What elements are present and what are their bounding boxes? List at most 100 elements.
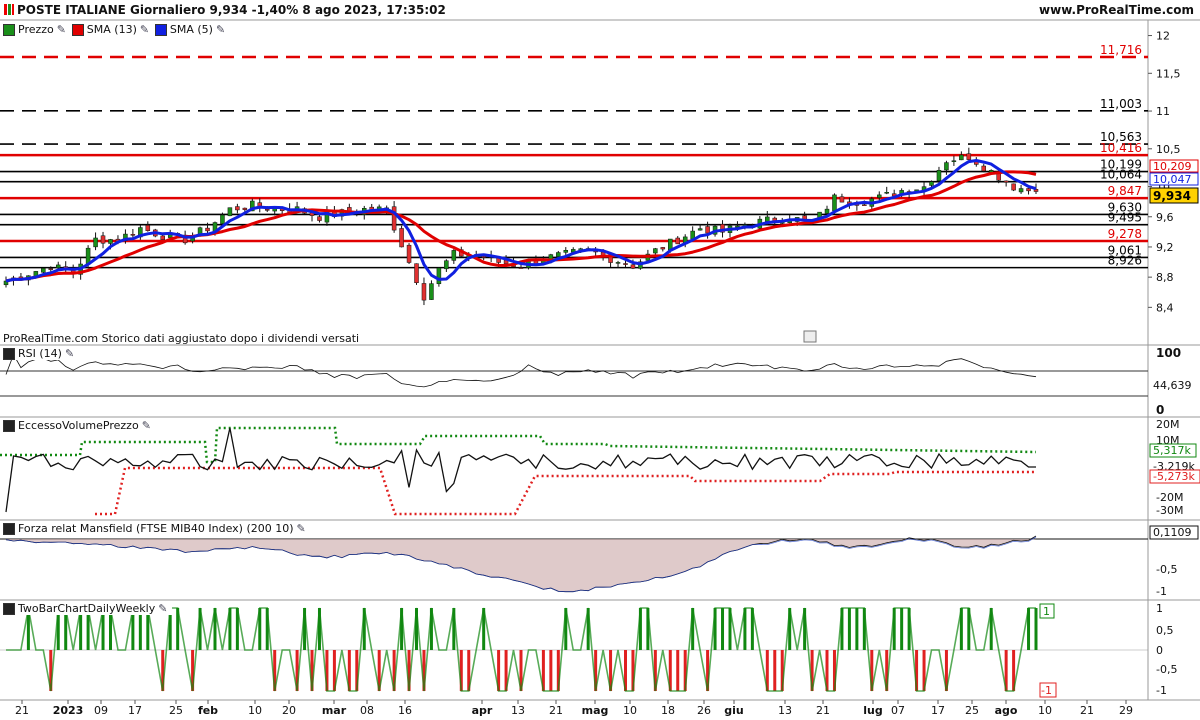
- x-tick-label: 26: [697, 704, 711, 717]
- x-tick-label: 18: [661, 704, 675, 717]
- y-tick-label: 9,2: [1156, 241, 1174, 254]
- candle: [936, 169, 942, 182]
- candle: [205, 227, 210, 232]
- legend-sma13: SMA (13): [86, 23, 137, 36]
- level-label: 9,847: [1108, 184, 1142, 198]
- candle: [481, 256, 486, 258]
- wrench-icon[interactable]: ✎: [140, 23, 152, 36]
- candle: [220, 214, 225, 224]
- candle: [317, 216, 322, 221]
- last-value-label: 9,934: [1153, 189, 1191, 203]
- x-tick-label: 25: [965, 704, 979, 717]
- mansfield-tick: -0,5: [1156, 563, 1177, 576]
- x-tick-label: 21: [15, 704, 29, 717]
- candle: [1003, 180, 1009, 183]
- x-tick-label: 17: [931, 704, 945, 717]
- candle: [705, 226, 710, 234]
- legend-vol: EccessoVolumePrezzo: [18, 419, 139, 432]
- twobar-swatch: [3, 602, 15, 615]
- mansfield-value: 0,1109: [1153, 526, 1192, 539]
- sma5-swatch: [154, 23, 167, 36]
- wrench-icon[interactable]: ✎: [216, 23, 228, 36]
- candle: [832, 194, 837, 212]
- candle: [130, 234, 136, 236]
- candle: [824, 208, 830, 214]
- y-tick-label: 8,4: [1156, 301, 1174, 314]
- level-label: 8,926: [1108, 254, 1142, 268]
- candle: [48, 268, 54, 270]
- sma13-swatch: [71, 23, 84, 36]
- data-note: ProRealTime.com Storico dati aggiustato …: [3, 332, 360, 345]
- candle: [660, 247, 666, 250]
- x-tick-label: lug: [863, 704, 882, 717]
- calendar-icon: [803, 330, 817, 343]
- x-tick-label: mag: [582, 704, 609, 717]
- level-label: 9,495: [1108, 211, 1142, 225]
- vol-line: [5, 427, 1036, 513]
- candle: [988, 170, 994, 173]
- legend-price: Prezzo: [18, 23, 54, 36]
- wrench-icon[interactable]: ✎: [65, 347, 77, 360]
- x-tick-label: feb: [198, 704, 218, 717]
- x-tick-label: 10: [248, 704, 262, 717]
- vol-upper-band: [0, 426, 1037, 464]
- candle: [436, 267, 442, 285]
- candle: [264, 209, 270, 211]
- y-tick-label: 11,5: [1156, 67, 1181, 80]
- candle: [108, 239, 113, 244]
- candle: [966, 153, 972, 160]
- vol-tick: 20M: [1156, 418, 1180, 431]
- candle: [1026, 188, 1031, 192]
- candle: [399, 228, 404, 248]
- candle: [959, 154, 964, 161]
- candle: [391, 206, 397, 231]
- legend-twobar: TwoBarChartDailyWeekly: [18, 602, 156, 615]
- candle: [242, 207, 248, 210]
- vol-lower-value: -5,273k: [1153, 470, 1195, 483]
- wrench-icon[interactable]: ✎: [158, 602, 170, 615]
- legend-mansfield: Forza relat Mansfield (FTSE MIB40 Index)…: [18, 522, 294, 535]
- candle: [1011, 183, 1016, 191]
- x-tick-label: 07: [891, 704, 905, 717]
- site-url[interactable]: www.ProRealTime.com: [1039, 3, 1194, 17]
- wrench-icon[interactable]: ✎: [297, 522, 309, 535]
- mansfield-area: [6, 539, 1036, 592]
- wrench-icon[interactable]: ✎: [57, 23, 69, 36]
- candle: [615, 262, 621, 264]
- twobar-tick: -1: [1156, 684, 1167, 697]
- candle: [41, 268, 46, 273]
- y-tick-label: 10,5: [1156, 143, 1181, 156]
- rsi-swatch: [3, 347, 15, 360]
- candle: [518, 267, 524, 269]
- vol-upper-value: 5,317k: [1153, 444, 1191, 457]
- level-label: 10,064: [1100, 168, 1142, 182]
- chart-title: POSTE ITALIANE Giornaliero 9,934 -1,40% …: [4, 3, 446, 17]
- rsi-tick: 100: [1156, 346, 1181, 360]
- candle: [444, 260, 449, 270]
- y-tick-label: 8,8: [1156, 271, 1174, 284]
- candle: [235, 206, 240, 211]
- candle: [862, 204, 867, 206]
- x-tick-label: 16: [398, 704, 412, 717]
- x-tick-label: 13: [511, 704, 525, 717]
- candle: [981, 165, 987, 172]
- candle: [227, 207, 233, 217]
- rsi-value: 44,639: [1153, 379, 1192, 392]
- candle: [623, 263, 628, 265]
- x-tick-label: 13: [778, 704, 792, 717]
- candle: [1018, 188, 1024, 193]
- title-text: POSTE ITALIANE Giornaliero 9,934 -1,40% …: [17, 3, 446, 17]
- twobar-tick: -0,5: [1156, 663, 1177, 676]
- level-label: 11,716: [1100, 43, 1142, 57]
- legend-sma5: SMA (5): [169, 23, 213, 36]
- price-swatch: [3, 23, 15, 36]
- x-tick-label: 10: [623, 704, 637, 717]
- candle: [272, 208, 277, 212]
- x-tick-label: 21: [1080, 704, 1094, 717]
- candle: [742, 224, 748, 226]
- wrench-icon[interactable]: ✎: [142, 419, 154, 432]
- x-tick-label: giu: [724, 704, 743, 717]
- chart-canvas: 1211,51110,5109,69,28,88,411,71611,00310…: [0, 19, 1200, 717]
- vol-legend: EccessoVolumePrezzo ✎: [3, 419, 156, 432]
- x-tick-label: 25: [169, 704, 183, 717]
